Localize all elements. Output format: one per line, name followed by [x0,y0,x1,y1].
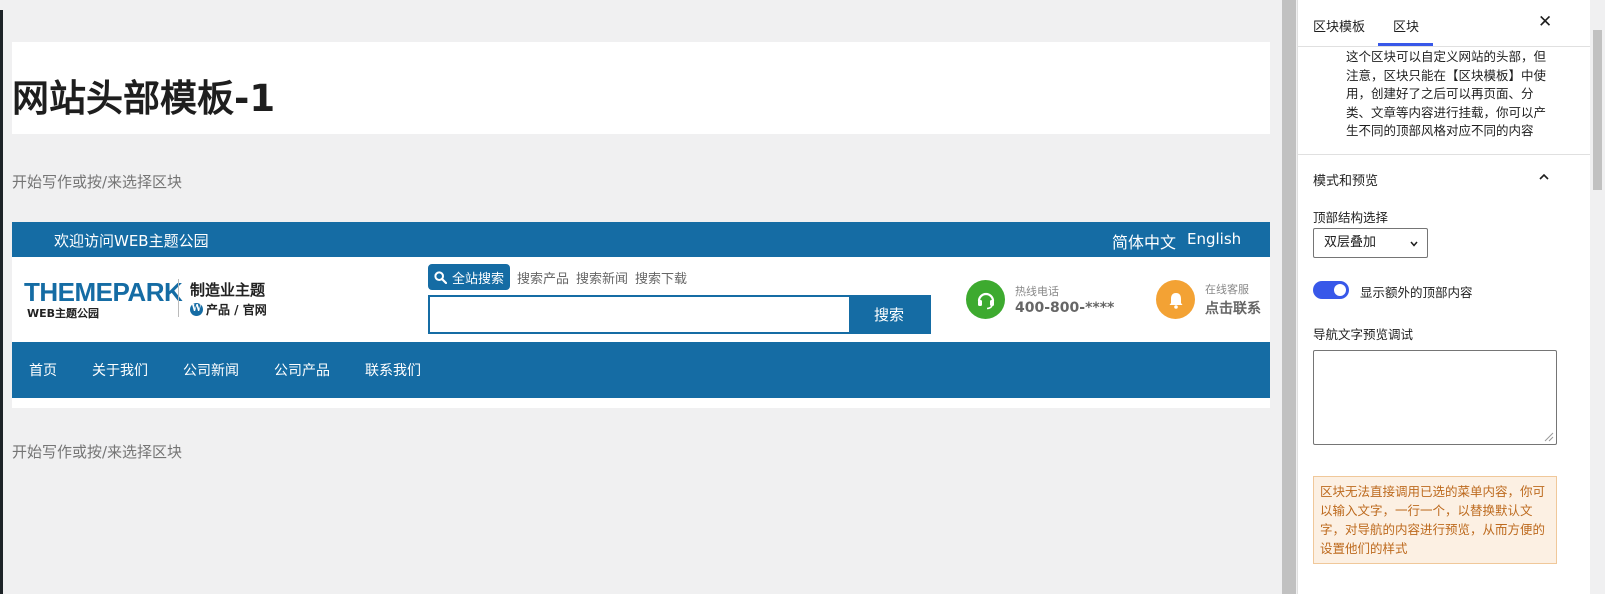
bell-icon [1156,280,1195,319]
resize-handle-icon[interactable] [1543,431,1554,442]
structure-select[interactable]: 双层叠加 [1313,228,1428,258]
structure-select-label: 顶部结构选择 [1313,210,1389,225]
canvas-scrollbar-thumb[interactable] [1282,0,1296,594]
panel-divider [1298,154,1605,155]
nav-item-products[interactable]: 公司产品 [274,360,330,380]
block-placeholder-bottom[interactable]: 开始写作或按/来选择区块 [12,441,182,462]
logo-tagline: 制造业主题 [190,281,266,299]
contact-service-label: 在线客服 [1205,283,1249,296]
structure-select-value: 双层叠加 [1324,235,1377,250]
canvas-left-edge [0,10,3,594]
toggle-knob [1334,284,1346,296]
nav-item-contact[interactable]: 联系我们 [365,360,421,380]
tab-block-template[interactable]: 区块模板 [1313,16,1365,35]
contact-phone-value: 400-800-**** [1015,300,1115,316]
headset-icon [966,280,1005,319]
chevron-down-icon [1410,241,1418,247]
title-block[interactable]: 网站头部模板-1 [12,42,1270,134]
site-logo[interactable]: THEMEPARK WEB主题公园 制造业主题 W 产品 / 官网 [24,277,284,321]
search-tab-all[interactable]: 全站搜索 [428,264,511,290]
extra-header-toggle[interactable] [1313,281,1349,299]
contact-phone-label: 热线电话 [1015,285,1059,298]
wordpress-icon: W [190,303,203,316]
tab-block[interactable]: 区块 [1393,16,1419,35]
block-placeholder-top[interactable]: 开始写作或按/来选择区块 [12,171,182,192]
logo-tagline-secondary: W 产品 / 官网 [190,301,267,318]
logo-subtitle: WEB主题公园 [27,307,100,320]
logo-divider [178,279,179,317]
sidebar-scrollbar-thumb[interactable] [1593,30,1602,190]
search-button[interactable]: 搜索 [849,297,929,332]
nav-preview-label: 导航文字预览调试 [1313,327,1414,342]
welcome-text: 欢迎访问WEB主题公园 [54,232,209,250]
panel-title[interactable]: 模式和预览 [1313,170,1378,189]
search-tab-products[interactable]: 搜索产品 [517,268,569,287]
logo-tagline-secondary-text: 产品 / 官网 [206,303,267,317]
nav-item-home[interactable]: 首页 [29,360,57,380]
chevron-up-icon[interactable] [1538,171,1550,183]
header-preview[interactable]: 欢迎访问WEB主题公园 简体中文 English THEMEPARK WEB主题… [12,222,1270,408]
nav-item-about[interactable]: 关于我们 [92,360,148,380]
settings-sidebar: 区块模板 区块 ✕ 这个区块可以自定义网站的头部，但注意，区块只能在【区块模板】… [1297,0,1605,594]
search-tab-downloads[interactable]: 搜索下载 [635,268,687,287]
sidebar-tabs: 区块模板 区块 ✕ [1298,0,1605,47]
close-icon[interactable]: ✕ [1538,12,1552,32]
main-nav: 首页 关于我们 公司新闻 公司产品 联系我们 [12,342,1270,398]
contact-service[interactable]: 在线客服 点击联系 [1156,280,1261,319]
contact-service-value: 点击联系 [1205,301,1261,317]
page-title[interactable]: 网站头部模板-1 [12,68,275,122]
logo-wordmark: THEMEPARK [24,277,183,307]
nav-preview-textarea[interactable] [1313,350,1557,445]
search-tab-news[interactable]: 搜索新闻 [576,268,628,287]
search-input[interactable]: 搜索 [428,295,931,334]
active-tab-indicator [1378,43,1433,46]
extra-header-toggle-label[interactable]: 显示额外的顶部内容 [1360,282,1473,301]
block-description: 这个区块可以自定义网站的头部，但注意，区块只能在【区块模板】中使用，创建好了之后… [1346,49,1547,138]
search-icon [434,270,447,284]
header-topbar: 欢迎访问WEB主题公园 简体中文 English [12,222,1270,257]
search-tabs: 全站搜索 搜索产品 搜索新闻 搜索下载 [428,264,687,290]
nav-item-news[interactable]: 公司新闻 [183,360,239,380]
lang-switch-en[interactable]: English [1187,230,1241,248]
editor-canvas: 网站头部模板-1 开始写作或按/来选择区块 欢迎访问WEB主题公园 简体中文 E… [0,0,1282,594]
contact-phone[interactable]: 热线电话 400-800-**** [966,280,1114,319]
lang-switch-cn[interactable]: 简体中文 [1112,229,1176,253]
nav-notice: 区块无法直接调用已选的菜单内容，你可以输入文字，一行一个，以替换默认文字，对导航… [1313,476,1557,564]
search-tab-all-label: 全站搜索 [452,271,505,287]
